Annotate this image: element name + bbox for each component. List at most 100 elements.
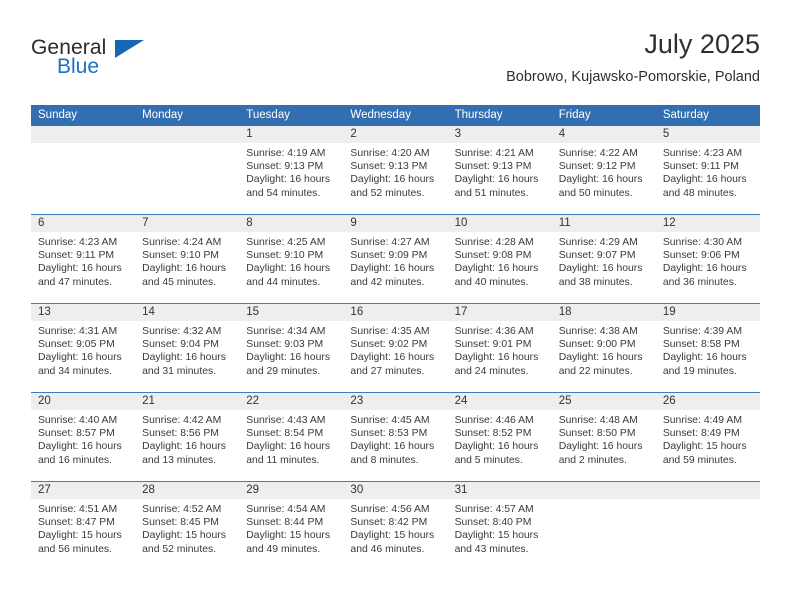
day-number[interactable]: 30: [343, 482, 447, 499]
day-of-week-header: Sunday Monday Tuesday Wednesday Thursday Frid…: [31, 105, 760, 126]
week-date-band: 6 7 8 9 10 11 12: [31, 215, 760, 232]
day-info-line: Daylight: 15 hours: [350, 530, 435, 542]
day-info-line: and 8 minutes.: [350, 454, 419, 466]
day-cell[interactable]: Sunrise: 4:23 AM Sunset: 9:11 PM Daylight:…: [31, 232, 135, 303]
day-info-line: Daylight: 15 hours: [246, 530, 331, 542]
day-info-line: Sunrise: 4:36 AM: [454, 326, 534, 337]
day-info-line: Sunset: 9:13 PM: [246, 161, 324, 173]
day-cell[interactable]: Sunrise: 4:30 AM Sunset: 9:06 PM Daylight:…: [656, 232, 760, 303]
day-info-line: Daylight: 16 hours: [142, 263, 226, 275]
day-info-line: Sunrise: 4:32 AM: [142, 326, 222, 337]
day-cell[interactable]: Sunrise: 4:56 AM Sunset: 8:42 PM Daylight:…: [343, 499, 447, 570]
day-cell[interactable]: Sunrise: 4:48 AM Sunset: 8:50 PM Daylight:…: [552, 410, 656, 481]
day-info-line: Sunrise: 4:56 AM: [350, 504, 430, 515]
day-number[interactable]: 8: [239, 215, 343, 232]
week-date-band: 20 21 22 23 24 25 26: [31, 393, 760, 410]
day-number[interactable]: 16: [343, 304, 447, 321]
day-number[interactable]: 4: [552, 126, 656, 143]
day-number[interactable]: 6: [31, 215, 135, 232]
day-cell-empty: [552, 499, 656, 570]
day-cell[interactable]: Sunrise: 4:57 AM Sunset: 8:40 PM Daylight:…: [448, 499, 552, 570]
day-number[interactable]: 20: [31, 393, 135, 410]
day-number[interactable]: 31: [448, 482, 552, 499]
day-number[interactable]: 5: [656, 126, 760, 143]
day-cell[interactable]: Sunrise: 4:54 AM Sunset: 8:44 PM Daylight:…: [239, 499, 343, 570]
day-header-sunday: Sunday: [38, 109, 78, 121]
day-number[interactable]: 14: [135, 304, 239, 321]
day-info-line: and 49 minutes.: [246, 543, 321, 555]
day-number[interactable]: 23: [343, 393, 447, 410]
day-cell[interactable]: Sunrise: 4:40 AM Sunset: 8:57 PM Daylight:…: [31, 410, 135, 481]
day-cell[interactable]: Sunrise: 4:49 AM Sunset: 8:49 PM Daylight:…: [656, 410, 760, 481]
day-number[interactable]: 25: [552, 393, 656, 410]
day-info-line: Sunset: 9:11 PM: [38, 250, 115, 262]
day-cell[interactable]: Sunrise: 4:27 AM Sunset: 9:09 PM Daylight:…: [343, 232, 447, 303]
day-cell[interactable]: Sunrise: 4:25 AM Sunset: 9:10 PM Daylight:…: [239, 232, 343, 303]
day-info-line: Daylight: 16 hours: [246, 352, 331, 364]
day-info-line: Sunset: 8:52 PM: [454, 428, 532, 440]
day-cell[interactable]: Sunrise: 4:46 AM Sunset: 8:52 PM Daylight:…: [448, 410, 552, 481]
day-number[interactable]: 3: [448, 126, 552, 143]
day-cell[interactable]: Sunrise: 4:42 AM Sunset: 8:56 PM Daylight:…: [135, 410, 239, 481]
day-number[interactable]: 11: [552, 215, 656, 232]
day-number[interactable]: 12: [656, 215, 760, 232]
day-info-line: and 44 minutes.: [246, 276, 321, 288]
general-blue-logo[interactable]: General Blue: [31, 36, 161, 84]
day-cell[interactable]: Sunrise: 4:31 AM Sunset: 9:05 PM Daylight:…: [31, 321, 135, 392]
day-cell[interactable]: Sunrise: 4:23 AM Sunset: 9:11 PM Daylight:…: [656, 143, 760, 214]
day-info-line: Sunrise: 4:57 AM: [454, 504, 534, 515]
day-header-wednesday: Wednesday: [350, 109, 411, 121]
week-detail-band: Sunrise: 4:31 AM Sunset: 9:05 PM Daylight:…: [31, 321, 760, 392]
day-info-line: Sunrise: 4:34 AM: [246, 326, 326, 337]
day-cell[interactable]: Sunrise: 4:29 AM Sunset: 9:07 PM Daylight:…: [552, 232, 656, 303]
day-cell[interactable]: Sunrise: 4:38 AM Sunset: 9:00 PM Daylight:…: [552, 321, 656, 392]
day-info-line: and 56 minutes.: [38, 543, 112, 555]
day-cell[interactable]: Sunrise: 4:45 AM Sunset: 8:53 PM Daylight:…: [343, 410, 447, 481]
day-cell[interactable]: Sunrise: 4:19 AM Sunset: 9:13 PM Daylight:…: [239, 143, 343, 214]
day-cell[interactable]: Sunrise: 4:32 AM Sunset: 9:04 PM Daylight:…: [135, 321, 239, 392]
day-number[interactable]: 21: [135, 393, 239, 410]
day-info-line: Sunset: 8:53 PM: [350, 428, 428, 440]
day-number[interactable]: 7: [135, 215, 239, 232]
day-cell[interactable]: Sunrise: 4:24 AM Sunset: 9:10 PM Daylight:…: [135, 232, 239, 303]
day-number[interactable]: 2: [343, 126, 447, 143]
day-number[interactable]: 9: [343, 215, 447, 232]
day-number-empty: [31, 126, 135, 143]
week-detail-band: Sunrise: 4:19 AM Sunset: 9:13 PM Daylight:…: [31, 143, 760, 214]
day-number[interactable]: 19: [656, 304, 760, 321]
day-cell[interactable]: Sunrise: 4:52 AM Sunset: 8:45 PM Daylight:…: [135, 499, 239, 570]
day-cell[interactable]: Sunrise: 4:22 AM Sunset: 9:12 PM Daylight:…: [552, 143, 656, 214]
day-info-line: Sunset: 9:10 PM: [142, 250, 219, 262]
day-info-line: Sunset: 8:44 PM: [246, 517, 324, 529]
day-cell[interactable]: Sunrise: 4:36 AM Sunset: 9:01 PM Daylight:…: [448, 321, 552, 392]
day-number[interactable]: 17: [448, 304, 552, 321]
day-number[interactable]: 10: [448, 215, 552, 232]
day-info-line: Daylight: 16 hours: [350, 441, 435, 453]
day-info-line: and 29 minutes.: [246, 365, 321, 377]
day-cell[interactable]: Sunrise: 4:51 AM Sunset: 8:47 PM Daylight:…: [31, 499, 135, 570]
day-number[interactable]: 22: [239, 393, 343, 410]
day-cell[interactable]: Sunrise: 4:20 AM Sunset: 9:13 PM Daylight:…: [343, 143, 447, 214]
day-cell[interactable]: Sunrise: 4:21 AM Sunset: 9:13 PM Daylight:…: [448, 143, 552, 214]
day-info-line: and 34 minutes.: [38, 365, 112, 377]
day-number[interactable]: 24: [448, 393, 552, 410]
day-info-line: Sunset: 8:56 PM: [142, 428, 219, 440]
day-info-line: Sunset: 8:42 PM: [350, 517, 428, 529]
day-cell-empty: [656, 499, 760, 570]
day-number[interactable]: 13: [31, 304, 135, 321]
day-number[interactable]: 26: [656, 393, 760, 410]
day-cell[interactable]: Sunrise: 4:28 AM Sunset: 9:08 PM Daylight:…: [448, 232, 552, 303]
day-number[interactable]: 27: [31, 482, 135, 499]
day-number[interactable]: 29: [239, 482, 343, 499]
calendar-week-row: 6 7 8 9 10 11 12 Sunrise: 4:23 AM Sunset: 9:11 P…: [31, 215, 760, 304]
day-cell[interactable]: Sunrise: 4:43 AM Sunset: 8:54 PM Daylight:…: [239, 410, 343, 481]
day-info-line: and 31 minutes.: [142, 365, 217, 377]
day-info-line: Sunrise: 4:31 AM: [38, 326, 118, 337]
day-number[interactable]: 1: [239, 126, 343, 143]
day-number[interactable]: 15: [239, 304, 343, 321]
day-cell[interactable]: Sunrise: 4:34 AM Sunset: 9:03 PM Daylight:…: [239, 321, 343, 392]
day-cell[interactable]: Sunrise: 4:35 AM Sunset: 9:02 PM Daylight:…: [343, 321, 447, 392]
day-number[interactable]: 18: [552, 304, 656, 321]
day-cell[interactable]: Sunrise: 4:39 AM Sunset: 8:58 PM Daylight:…: [656, 321, 760, 392]
day-number[interactable]: 28: [135, 482, 239, 499]
